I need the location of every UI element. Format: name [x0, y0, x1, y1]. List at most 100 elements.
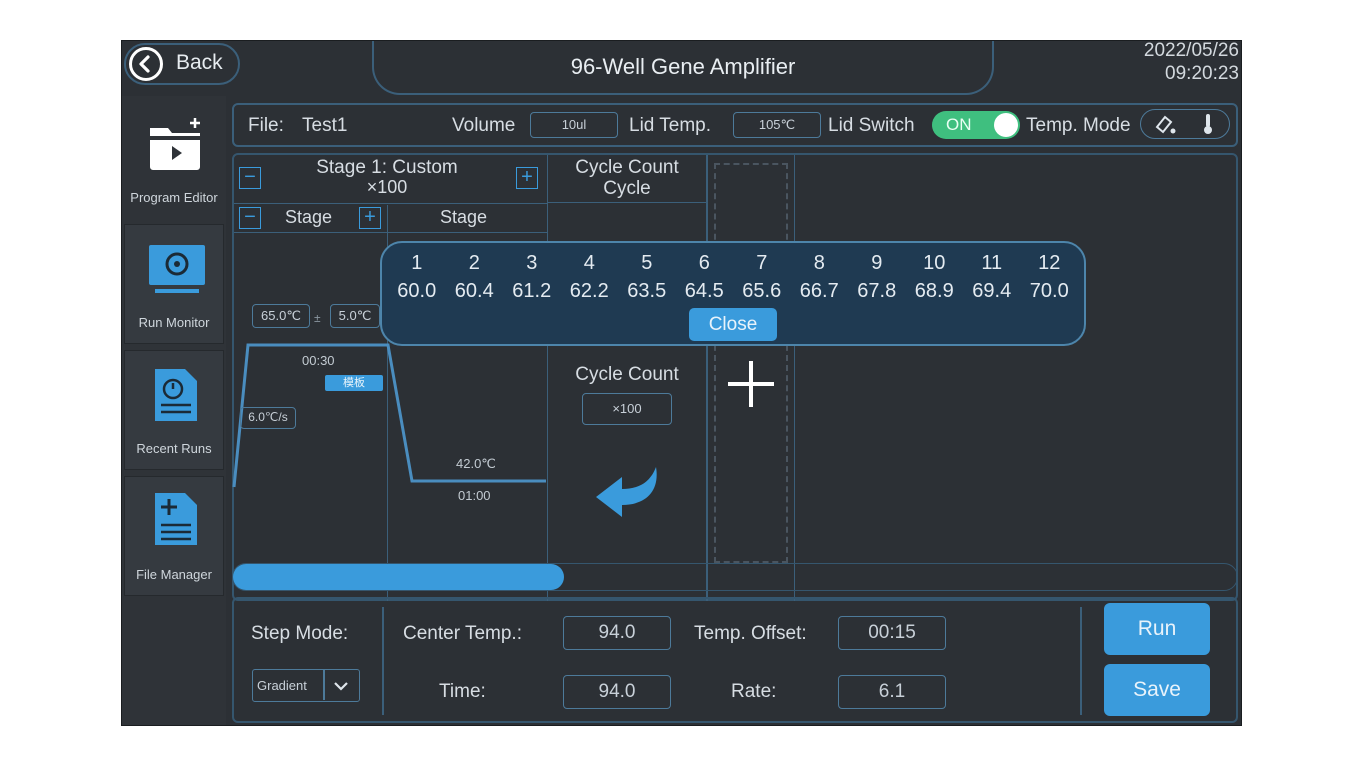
gradient-well-temp: 66.7	[799, 280, 839, 302]
bottom-divider	[1080, 607, 1082, 715]
gradient-well-temp: 70.0	[1029, 280, 1069, 302]
rate-label: Rate:	[731, 681, 777, 702]
cycle-count-field[interactable]: ×100	[582, 393, 672, 425]
gradient-well-temp: 60.4	[454, 280, 494, 302]
gradient-well-temp: 65.6	[742, 280, 782, 302]
stage-col1-label: Stage	[285, 207, 333, 227]
temp-separator: ±	[314, 311, 321, 325]
gradient-column: 7 65.6	[733, 249, 791, 305]
gradient-well-number: 12	[1038, 252, 1061, 274]
sidebar-item-file-manager[interactable]: File Manager	[124, 476, 224, 596]
horizontal-scrollbar-thumb[interactable]	[233, 564, 564, 590]
lid-temp-field[interactable]: 105℃	[733, 112, 821, 138]
gradient-column: 5 63.5	[618, 249, 676, 305]
bottom-divider	[382, 607, 384, 715]
step-mode-select[interactable]: Gradient	[252, 669, 360, 702]
step1-gradient-field[interactable]: 5.0℃	[330, 304, 380, 328]
app-screen: Back 96-Well Gene Amplifier 2022/05/26 0…	[121, 40, 1242, 726]
save-button[interactable]: Save	[1104, 664, 1210, 716]
stage-divider	[234, 232, 548, 233]
gradient-column: 3 61.2	[503, 249, 561, 305]
gradient-well-number: 1	[411, 252, 423, 274]
monitor-icon	[147, 243, 207, 302]
sidebar-item-run-monitor[interactable]: Run Monitor	[124, 224, 224, 344]
cycle-header-1: Cycle Count	[575, 157, 679, 178]
gradient-well-number: 4	[583, 252, 595, 274]
lid-switch-label: Lid Switch	[828, 115, 915, 136]
gradient-well-temp: 60.0	[397, 280, 437, 302]
cycle-count-label: Cycle Count	[575, 364, 679, 385]
add-stage-plus-icon[interactable]	[726, 359, 776, 409]
select-divider	[323, 670, 325, 700]
gradient-table: 1 60.0 2 60.4 3 61.2 4 62.2 5 63.5 6 64.5 7 65.6 8 66.7…	[388, 249, 1078, 305]
stage-repeat: ×100	[366, 177, 408, 197]
gradient-column: 2 60.4	[446, 249, 504, 305]
sidebar-item-recent-runs[interactable]: Recent Runs	[124, 350, 224, 470]
close-button[interactable]: Close	[689, 308, 777, 341]
step-mode-value: Gradient	[257, 678, 307, 693]
sidebar-item-label: Recent Runs	[136, 441, 212, 456]
step-remove-button[interactable]: −	[239, 207, 261, 229]
stage-add-button[interactable]: +	[516, 167, 538, 189]
lid-switch-toggle[interactable]: ON	[932, 111, 1020, 139]
temp-mode-selector[interactable]	[1140, 109, 1230, 139]
gradient-well-number: 10	[923, 252, 946, 274]
step2-time[interactable]: 01:00	[458, 488, 491, 503]
stage-remove-button[interactable]: −	[239, 167, 261, 189]
file-name: Test1	[302, 115, 348, 136]
gradient-well-number: 11	[981, 252, 1003, 274]
gradient-well-number: 8	[813, 252, 825, 274]
toggle-knob	[994, 113, 1018, 137]
gradient-column: 9 67.8	[848, 249, 906, 305]
gradient-well-temp: 62.2	[569, 280, 609, 302]
gradient-column: 10 68.9	[906, 249, 964, 305]
volume-field[interactable]: 10ul	[530, 112, 618, 138]
temperature-profile	[232, 343, 546, 488]
gradient-temperature-popup: 1 60.0 2 60.4 3 61.2 4 62.2 5 63.5 6 64.5 7 65.6 8 66.7…	[380, 241, 1086, 346]
thermometer-icon	[1204, 114, 1212, 134]
gradient-well-number: 9	[871, 252, 883, 274]
center-temp-field[interactable]: 94.0	[563, 616, 671, 650]
add-stage-divider	[794, 155, 795, 601]
step1-time[interactable]: 00:30	[302, 353, 335, 368]
chevron-down-icon	[334, 682, 348, 691]
back-arrow-icon[interactable]	[129, 47, 163, 81]
recent-runs-icon	[151, 365, 203, 430]
gradient-column: 11 69.4	[963, 249, 1021, 305]
step1-temp-field[interactable]: 65.0℃	[252, 304, 310, 328]
gradient-column: 12 70.0	[1021, 249, 1079, 305]
gradient-well-temp: 63.5	[627, 280, 667, 302]
sidebar-item-program-editor[interactable]: Program Editor	[124, 96, 224, 216]
step-add-button[interactable]: +	[359, 207, 381, 229]
rate-field[interactable]: 6.1	[838, 675, 946, 709]
stage-title: Stage 1: Custom	[316, 157, 458, 178]
back-button-label[interactable]: Back	[176, 51, 223, 75]
gradient-column: 1 60.0	[388, 249, 446, 305]
column-divider	[706, 155, 708, 601]
time-text: 09:20:23	[1165, 63, 1239, 84]
step2-temp[interactable]: 42.0℃	[456, 456, 496, 472]
lid-switch-state: ON	[946, 115, 972, 134]
file-manager-icon	[151, 489, 203, 554]
gradient-well-temp: 67.8	[857, 280, 897, 302]
stage-divider	[234, 203, 548, 204]
gradient-well-number: 6	[698, 252, 710, 274]
time-field[interactable]: 94.0	[563, 675, 671, 709]
return-arrow-icon[interactable]	[590, 461, 670, 525]
temp-mode-label: Temp. Mode	[1026, 115, 1131, 136]
run-button[interactable]: Run	[1104, 603, 1210, 655]
ramp-rate-field[interactable]: 6.0℃/s	[240, 407, 296, 429]
gradient-column: 6 64.5	[676, 249, 734, 305]
sample-mode-icon	[1155, 115, 1176, 134]
sidebar-item-label: File Manager	[136, 567, 212, 582]
step-mode-label: Step Mode:	[251, 623, 349, 644]
gradient-well-number: 3	[526, 252, 538, 274]
gradient-column: 8 66.7	[791, 249, 849, 305]
cycle-header-2: Cycle	[603, 178, 651, 199]
step1-tag: 模板	[325, 375, 383, 391]
temp-offset-field[interactable]: 00:15	[838, 616, 946, 650]
sidebar-item-label: Program Editor	[130, 190, 218, 205]
file-label: File:	[248, 115, 284, 136]
date-text: 2022/05/26	[1143, 40, 1239, 61]
temp-offset-label: Temp. Offset:	[694, 623, 807, 644]
